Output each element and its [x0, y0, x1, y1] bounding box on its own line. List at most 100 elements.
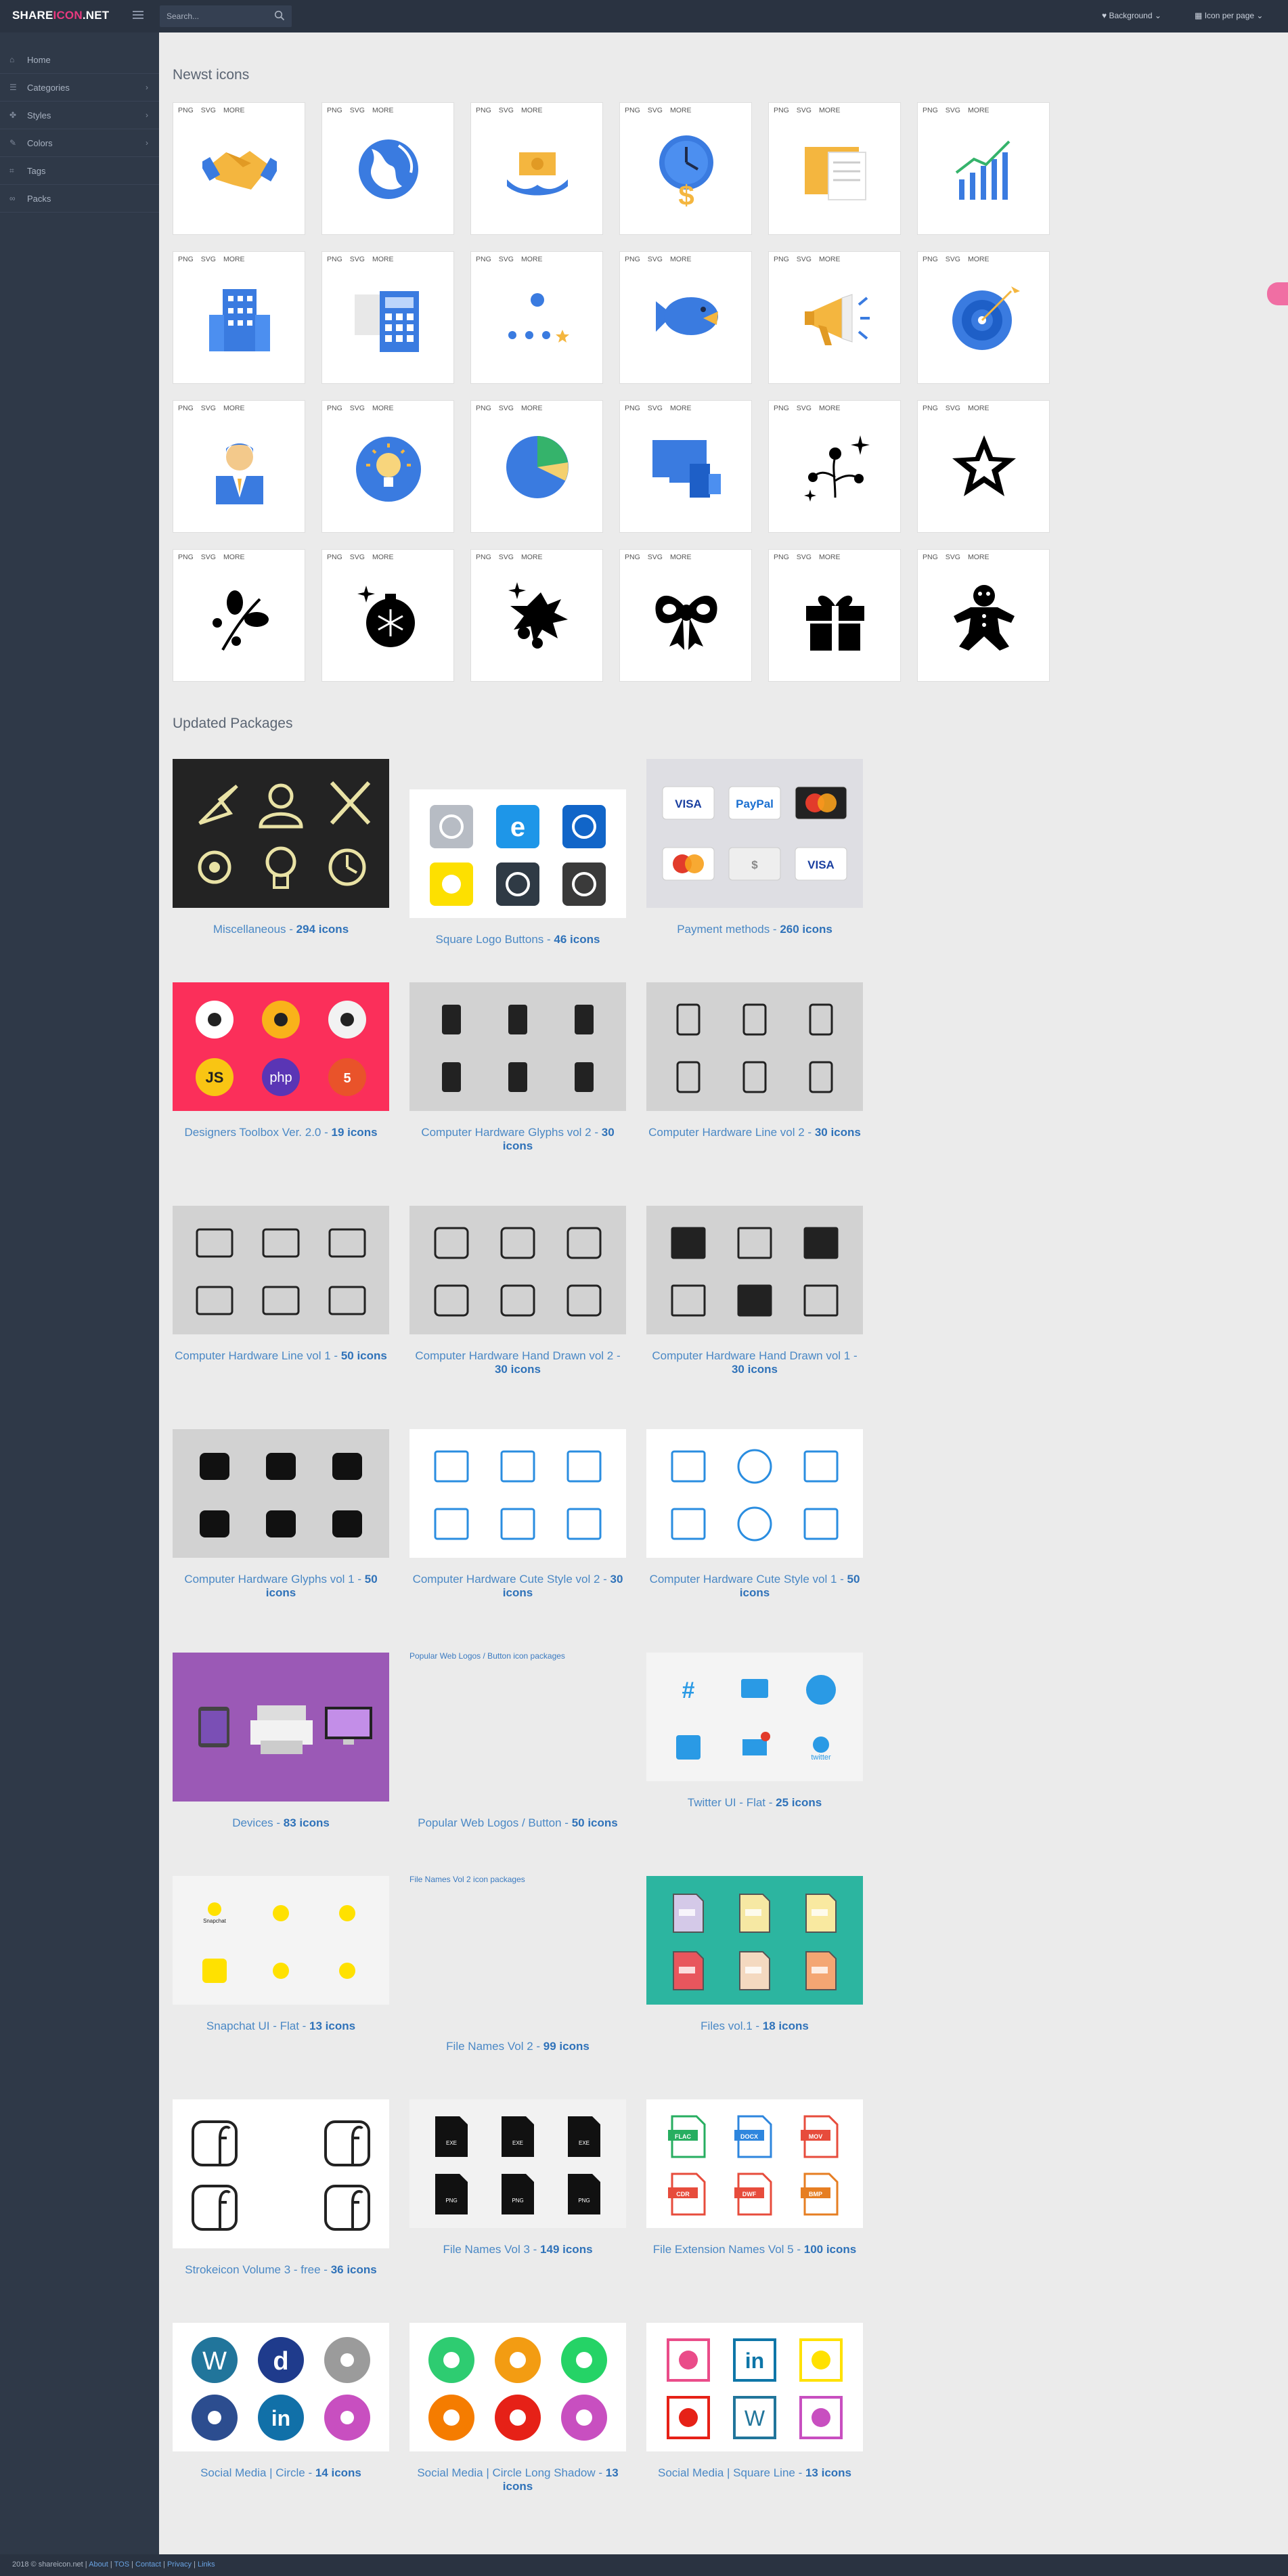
package-thumbnail[interactable]: JS php 5 [173, 982, 389, 1111]
download-more-link[interactable]: MORE [223, 404, 245, 412]
download-png-link[interactable]: PNG [178, 404, 194, 412]
icon-card[interactable]: PNG SVG MORE [619, 400, 752, 533]
download-svg-link[interactable]: SVG [499, 404, 514, 412]
download-png-link[interactable]: PNG [178, 255, 194, 263]
download-more-link[interactable]: MORE [819, 255, 841, 263]
download-png-link[interactable]: PNG [923, 255, 938, 263]
download-png-link[interactable]: PNG [327, 404, 342, 412]
download-svg-link[interactable]: SVG [797, 106, 812, 114]
package-card[interactable]: Computer Hardware Cute Style vol 1 - 50 … [646, 1429, 863, 1646]
floating-widget-button[interactable] [1267, 282, 1288, 305]
download-more-link[interactable]: MORE [670, 404, 692, 412]
download-svg-link[interactable]: SVG [648, 106, 663, 114]
icon-card[interactable]: PNG SVG MORE [470, 549, 603, 682]
package-thumbnail[interactable]: e [409, 789, 626, 918]
download-png-link[interactable]: PNG [327, 255, 342, 263]
download-svg-link[interactable]: SVG [797, 553, 812, 561]
download-svg-link[interactable]: SVG [201, 404, 216, 412]
download-more-link[interactable]: MORE [223, 106, 245, 114]
footer-link-tos[interactable]: TOS [114, 2560, 129, 2569]
icon-per-page-dropdown[interactable]: ▦ Icon per page ⌄ [1195, 11, 1263, 20]
package-caption[interactable]: Social Media | Circle - 14 icons [173, 2466, 389, 2480]
icon-card[interactable]: PNG SVG MORE $ [619, 102, 752, 235]
package-thumbnail[interactable]: Wd in [173, 2323, 389, 2451]
package-card[interactable]: Social Media | Circle Long Shadow - 13 i… [409, 2323, 626, 2539]
download-png-link[interactable]: PNG [327, 553, 342, 561]
icon-card[interactable]: PNG SVG MORE [470, 102, 603, 235]
package-card[interactable]: in W Social Media | Square Line - 13 icons [646, 2323, 863, 2539]
download-png-link[interactable]: PNG [774, 255, 789, 263]
package-card[interactable]: Files vol.1 - 18 icons [646, 1876, 863, 2093]
download-png-link[interactable]: PNG [625, 255, 640, 263]
icon-card[interactable]: PNG SVG MORE [917, 549, 1050, 682]
download-png-link[interactable]: PNG [178, 553, 194, 561]
sidebar-item-packs[interactable]: ∞ Packs [0, 185, 159, 213]
download-svg-link[interactable]: SVG [797, 404, 812, 412]
hamburger-menu-icon[interactable] [133, 10, 145, 21]
package-caption[interactable]: Computer Hardware Line vol 2 - 30 icons [646, 1126, 863, 1139]
package-card[interactable]: Computer Hardware Line vol 1 - 50 icons [173, 1206, 389, 1422]
download-more-link[interactable]: MORE [372, 255, 394, 263]
package-caption[interactable]: Computer Hardware Cute Style vol 1 - 50 … [646, 1573, 863, 1600]
package-thumbnail[interactable] [409, 1206, 626, 1334]
icon-card[interactable]: PNG SVG MORE [173, 102, 305, 235]
package-caption[interactable]: Social Media | Circle Long Shadow - 13 i… [409, 2466, 626, 2493]
package-card[interactable]: Computer Hardware Cute Style vol 2 - 30 … [409, 1429, 626, 1646]
download-svg-link[interactable]: SVG [350, 255, 365, 263]
footer-link-links[interactable]: Links [198, 2560, 215, 2569]
package-caption[interactable]: Computer Hardware Hand Drawn vol 1 - 30 … [646, 1349, 863, 1376]
download-svg-link[interactable]: SVG [946, 404, 960, 412]
download-png-link[interactable]: PNG [327, 106, 342, 114]
package-thumbnail[interactable] [646, 1206, 863, 1334]
download-png-link[interactable]: PNG [625, 553, 640, 561]
package-caption[interactable]: File Names Vol 2 - 99 icons [409, 2040, 626, 2053]
download-svg-link[interactable]: SVG [499, 106, 514, 114]
package-thumbnail[interactable]: Snapchat [173, 1876, 389, 2005]
download-more-link[interactable]: MORE [968, 106, 990, 114]
download-more-link[interactable]: MORE [670, 553, 692, 561]
icon-card[interactable]: PNG SVG MORE [321, 400, 454, 533]
download-more-link[interactable]: MORE [521, 255, 543, 263]
download-svg-link[interactable]: SVG [350, 404, 365, 412]
download-more-link[interactable]: MORE [819, 404, 841, 412]
package-card[interactable]: Wd in Social Media | Circle - 14 icons [173, 2323, 389, 2539]
package-thumbnail[interactable]: VISA PayPal $ VISA [646, 759, 863, 908]
search-input[interactable] [166, 11, 268, 22]
package-caption[interactable]: Snapchat UI - Flat - 13 icons [173, 2020, 389, 2033]
package-card[interactable]: Computer Hardware Glyphs vol 1 - 50 icon… [173, 1429, 389, 1646]
download-more-link[interactable]: MORE [372, 106, 394, 114]
package-card[interactable]: EXE EXE EXE PNG PNG PNG File Names Vol 3 - 149… [409, 2099, 626, 2316]
package-card[interactable]: Computer Hardware Glyphs vol 2 - 30 icon… [409, 982, 626, 1199]
package-caption[interactable]: Computer Hardware Glyphs vol 1 - 50 icon… [173, 1573, 389, 1600]
package-caption[interactable]: File Extension Names Vol 5 - 100 icons [646, 2243, 863, 2256]
icon-card[interactable]: PNG SVG MORE [619, 251, 752, 384]
sidebar-item-colors[interactable]: ✎ Colors › [0, 129, 159, 157]
package-thumbnail[interactable] [646, 1876, 863, 2005]
icon-card[interactable]: PNG SVG MORE [321, 549, 454, 682]
download-more-link[interactable]: MORE [819, 553, 841, 561]
package-thumbnail[interactable]: EXE EXE EXE PNG PNG PNG [409, 2099, 626, 2228]
download-svg-link[interactable]: SVG [946, 255, 960, 263]
package-thumbnail[interactable] [173, 1429, 389, 1558]
icon-card[interactable]: PNG SVG MORE [768, 251, 901, 384]
sidebar-item-home[interactable]: ⌂ Home [0, 46, 159, 74]
icon-card[interactable]: PNG SVG MORE [768, 549, 901, 682]
download-png-link[interactable]: PNG [476, 255, 491, 263]
download-png-link[interactable]: PNG [774, 553, 789, 561]
package-caption[interactable]: Square Logo Buttons - 46 icons [409, 933, 626, 946]
package-card[interactable]: # twitter Twitter UI - Flat - 25 icons [646, 1653, 863, 1869]
package-card[interactable]: Computer Hardware Line vol 2 - 30 icons [646, 982, 863, 1199]
download-svg-link[interactable]: SVG [201, 106, 216, 114]
package-caption[interactable]: Files vol.1 - 18 icons [646, 2020, 863, 2033]
package-card[interactable]: VISA PayPal $ VISA Payment methods - 260 ico… [646, 759, 863, 976]
package-thumbnail[interactable] [173, 2099, 389, 2248]
package-card[interactable]: Snapchat Snapchat UI - Flat - 13 icons [173, 1876, 389, 2093]
package-caption[interactable]: Computer Hardware Cute Style vol 2 - 30 … [409, 1573, 626, 1600]
package-caption[interactable]: Computer Hardware Hand Drawn vol 2 - 30 … [409, 1349, 626, 1376]
download-png-link[interactable]: PNG [923, 106, 938, 114]
package-thumbnail[interactable] [173, 1206, 389, 1334]
download-svg-link[interactable]: SVG [350, 106, 365, 114]
download-svg-link[interactable]: SVG [946, 553, 960, 561]
package-caption[interactable]: Strokeicon Volume 3 - free - 36 icons [173, 2263, 389, 2277]
download-svg-link[interactable]: SVG [499, 553, 514, 561]
